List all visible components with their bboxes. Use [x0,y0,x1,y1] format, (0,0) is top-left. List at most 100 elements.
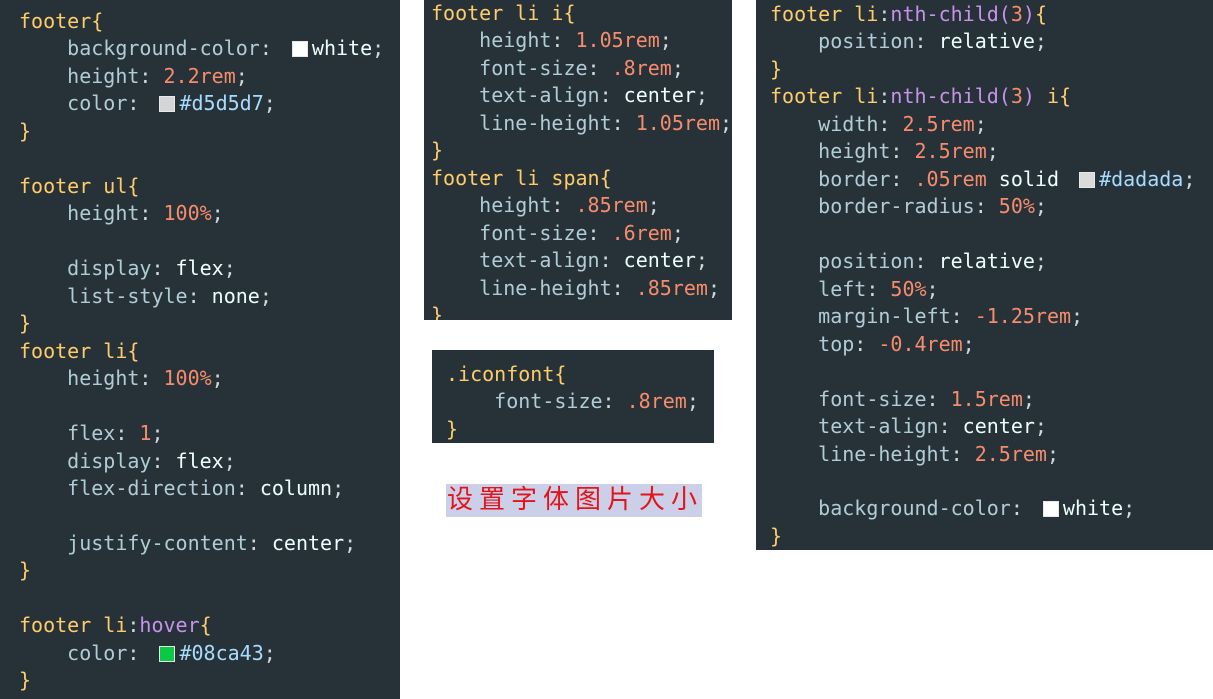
code-block: footer li i{height: 1.05rem; font-size: .… [431,0,732,320]
css-property: font-size [494,389,603,414]
css-selector: footer li i [431,1,564,25]
code-block: footer li:nth-child(3){position: relativ… [770,1,1213,550]
css-punctuation: : [127,91,140,116]
css-property: list-style [67,283,188,308]
css-value: solid [998,166,1060,191]
color-swatch [159,96,176,113]
css-value: #dadada [1099,166,1184,191]
css-value: 2.2rem [163,63,236,88]
css-value: white [1062,496,1124,521]
css-value: .8rem [611,55,672,80]
css-value: 100% [163,201,212,226]
css-value: none [211,283,260,308]
css-value: 1.05rem [575,28,660,53]
css-value: .85rem [635,275,708,300]
code-block: .iconfont{font-size: .8rem;} [446,361,714,443]
css-number: 3 [1010,84,1023,109]
css-punctuation: ; [263,91,276,116]
css-property: flex-direction [67,475,236,500]
css-punctuation: ; [695,248,708,273]
css-punctuation: : [151,256,164,281]
css-punctuation: ; [707,275,720,300]
code-line: footer li span{ [431,165,732,192]
css-punctuation: ; [671,55,684,80]
css-punctuation: : [602,389,615,414]
css-punctuation: ; [1123,496,1136,521]
css-selector: footer li [770,2,879,26]
code-line: } [770,56,1213,83]
css-punctuation: : [551,28,564,53]
css-value: 2.5rem [902,111,975,136]
code-panel-iconfont: .iconfont{font-size: .8rem;} [432,350,714,443]
css-property: font-size [818,386,927,411]
css-property: height [479,28,552,53]
code-line: background-color: white; [770,495,1213,522]
code-line: height: 100%; [19,365,400,392]
code-line: height: 100%; [19,200,400,227]
css-punctuation: ; [647,193,660,218]
css-punctuation: : [866,276,879,301]
css-number: 3 [1010,2,1023,26]
code-line: footer li{ [19,338,400,365]
css-property: line-height [479,275,612,300]
css-punctuation: ; [686,389,699,414]
code-line: footer{ [19,8,400,35]
css-punctuation: : [914,29,927,54]
css-value: center [962,414,1035,439]
code-line: font-size: .6rem; [431,220,732,247]
color-swatch [291,41,308,58]
close-brace: } [446,416,459,441]
annotation-note: 设置字体图片大小 [446,484,702,517]
code-line: line-height: 2.5rem; [770,441,1213,468]
open-brace: { [1059,84,1072,109]
css-punctuation: : [247,530,260,555]
close-brace: } [431,138,444,163]
css-punctuation: ; [1046,441,1059,466]
css-value: flex [175,448,224,473]
code-line: text-align: center; [770,413,1213,440]
close-brace: } [19,311,32,336]
css-property: display [67,448,152,473]
code-line: background-color: white; [19,35,400,62]
css-value: relative [938,249,1035,274]
css-property: background-color [818,496,1011,521]
css-value: 1 [139,421,152,446]
code-line: font-size: .8rem; [446,388,714,415]
css-pseudo-class: nth-child [890,2,999,26]
css-punctuation: ; [235,63,248,88]
css-punctuation: ; [372,36,385,61]
code-line: } [19,310,400,337]
close-brace: } [431,303,444,320]
open-brace: { [199,613,212,638]
open-brace: { [1034,2,1047,26]
css-value: 2.5rem [974,441,1047,466]
css-punctuation: ; [332,475,345,500]
css-punctuation: : [914,249,927,274]
color-swatch [1042,501,1059,518]
css-punctuation: : [587,220,600,245]
css-punctuation: ; [344,530,357,555]
css-punctuation: ; [1034,194,1047,219]
css-punctuation: : [854,331,867,356]
code-line: color: #d5d5d7; [19,90,400,117]
code-panel-footer-li-i-span: footer li i{height: 1.05rem; font-size: .… [424,0,732,320]
css-punctuation: ; [263,640,276,665]
code-line: display: flex; [19,255,400,282]
css-punctuation: : [139,366,152,391]
css-property: position [818,249,915,274]
code-line: display: flex; [19,448,400,475]
css-value: flex [175,256,224,281]
css-punctuation: : [1010,496,1023,521]
css-punctuation: : [551,193,564,218]
code-line: footer ul{ [19,173,400,200]
css-punctuation: : [890,139,903,164]
css-property: left [818,276,867,301]
code-line: footer li:nth-child(3) i{ [770,83,1213,110]
css-value: 100% [163,366,212,391]
code-line: font-size: 1.5rem; [770,386,1213,413]
code-line: } [770,523,1213,550]
css-punctuation: : [611,110,624,135]
code-line: .iconfont{ [446,361,714,388]
css-punctuation: ; [695,83,708,108]
code-line: flex-direction: column; [19,475,400,502]
